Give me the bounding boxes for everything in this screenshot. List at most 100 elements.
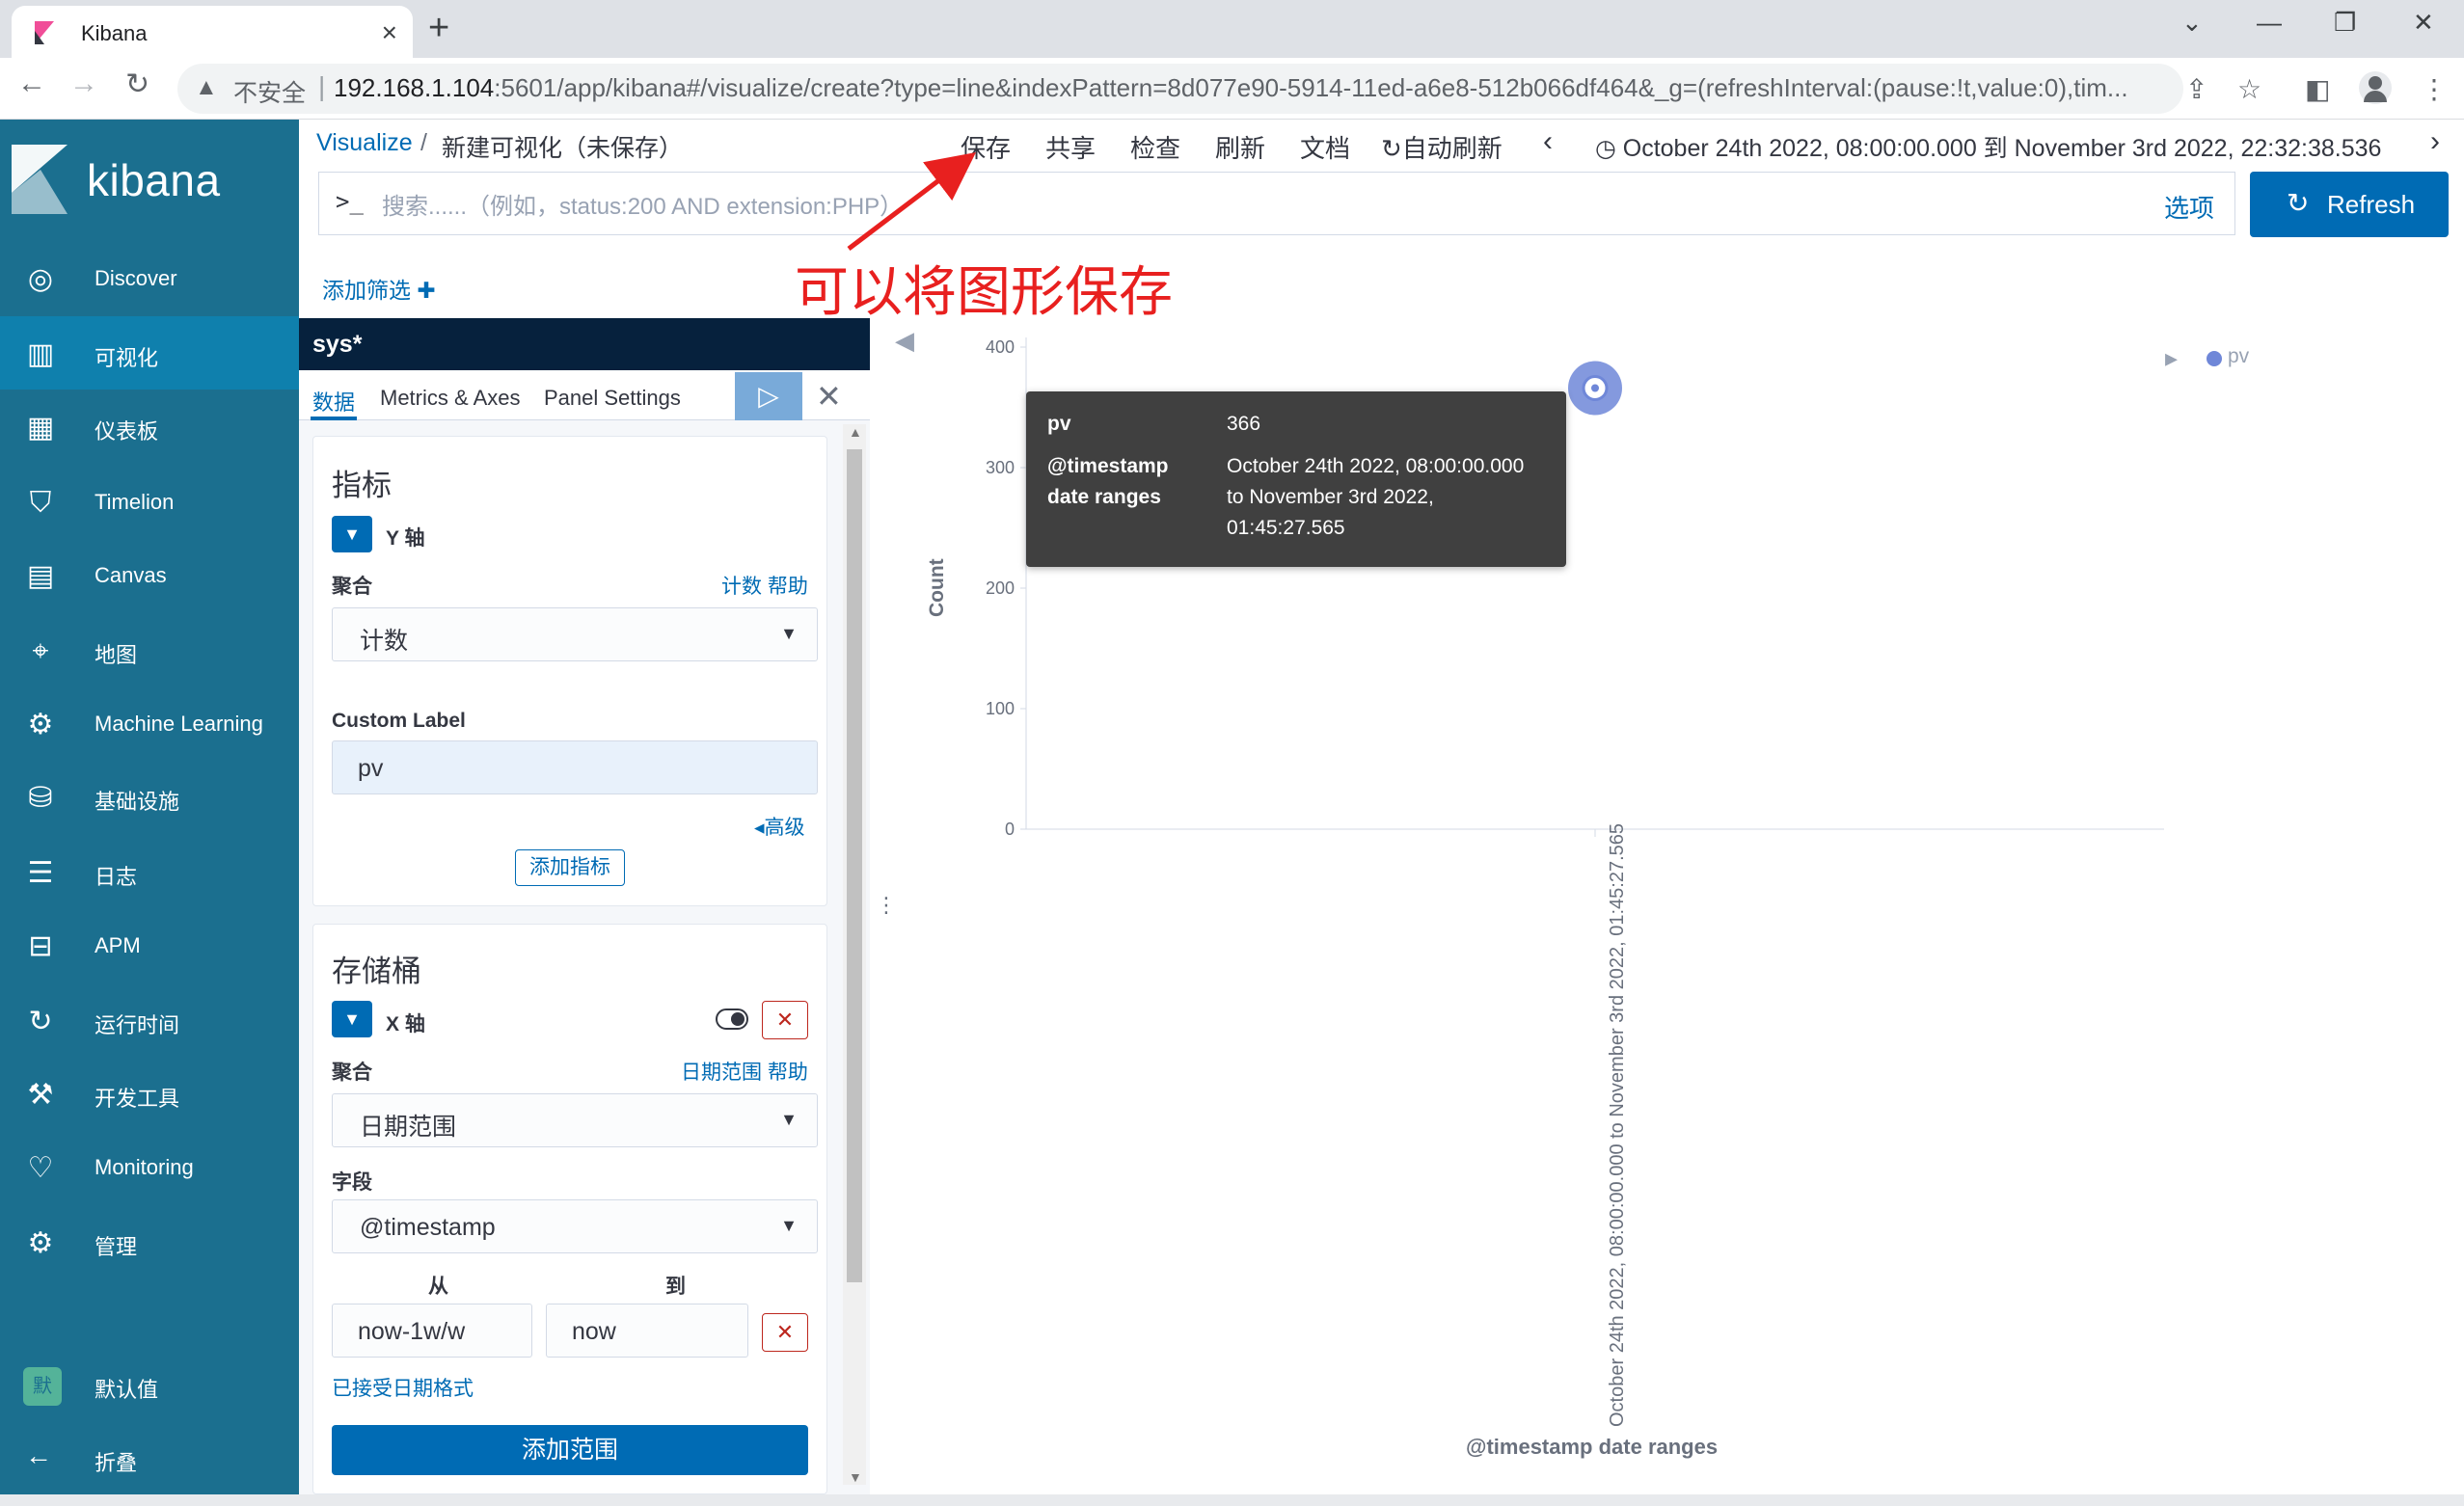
tab-data[interactable]: 数据: [312, 386, 355, 417]
url-text[interactable]: 192.168.1.104:5601/app/kibana#/visualize…: [334, 73, 2127, 103]
remove-bucket-icon[interactable]: ✕: [762, 1001, 808, 1039]
space-avatar-icon[interactable]: 默: [23, 1367, 62, 1406]
sidebar-item-apm[interactable]: ⊟ APM: [0, 908, 299, 982]
browser-tab[interactable]: Kibana ×: [12, 6, 413, 58]
legend-label[interactable]: pv: [2228, 345, 2249, 368]
query-options-link[interactable]: 选项: [2164, 189, 2214, 225]
forward-arrow-icon[interactable]: →: [69, 67, 98, 100]
restore-button[interactable]: ❐: [2334, 8, 2356, 38]
inspect-menu-item[interactable]: 检查: [1130, 129, 1180, 165]
side-panel-icon[interactable]: ◧: [2305, 73, 2330, 105]
sidebar-item-machine-learning[interactable]: ⚙ Machine Learning: [0, 686, 299, 760]
browser-menu-icon[interactable]: ⋮: [2421, 73, 2448, 105]
share-menu-item[interactable]: 共享: [1045, 129, 1096, 165]
profile-avatar-icon[interactable]: [2359, 71, 2392, 104]
back-arrow-icon[interactable]: ←: [17, 67, 46, 100]
x-axis-title: @timestamp date ranges: [1466, 1435, 1719, 1459]
window-close-button[interactable]: ✕: [2413, 8, 2434, 38]
refresh-button[interactable]: ↻ Refresh: [2250, 172, 2449, 237]
bucket-aggregation-select[interactable]: 日期范围 ▼: [332, 1093, 818, 1147]
caret-left-icon: ◂: [754, 817, 765, 839]
sidebar-item-基础设施[interactable]: ⛁ 基础设施: [0, 760, 299, 833]
apply-changes-play-icon[interactable]: ▷: [735, 372, 802, 420]
bookmark-star-icon[interactable]: ☆: [2237, 73, 2261, 105]
map-icon: ⌖: [32, 635, 49, 667]
sidebar-item-label: 管理: [95, 1235, 138, 1259]
tab-search-icon[interactable]: ⌄: [2181, 8, 2203, 38]
kibana-favicon-icon: [35, 21, 54, 44]
reload-icon[interactable]: ↻: [125, 67, 149, 101]
legend-toggle-icon[interactable]: ▸: [2165, 343, 2178, 373]
tooltip-series-key: pv: [1047, 413, 1071, 435]
bucket-agg-label: 聚合: [332, 1062, 372, 1084]
space-label[interactable]: 默认值: [95, 1373, 158, 1404]
advanced-toggle-link[interactable]: ◂高级: [754, 812, 805, 841]
sidebar-item-地图[interactable]: ⌖ 地图: [0, 613, 299, 686]
time-next-chevron-icon[interactable]: ›: [2430, 125, 2440, 158]
sidebar-item-label: 开发工具: [95, 1087, 180, 1111]
discard-close-icon[interactable]: ✕: [816, 378, 842, 415]
legend-dot[interactable]: [2207, 351, 2222, 366]
share-page-icon[interactable]: ⇪: [2185, 73, 2207, 105]
data-point-core: [1591, 384, 1599, 392]
sidebar-item-日志[interactable]: ☰ 日志: [0, 835, 299, 908]
new-tab-button[interactable]: +: [428, 8, 449, 49]
tab-panel-settings[interactable]: Panel Settings: [544, 386, 681, 411]
add-metric-button[interactable]: 添加指标: [515, 849, 625, 886]
chevron-down-icon[interactable]: ▼: [332, 1001, 372, 1037]
tab-metrics-axes[interactable]: Metrics & Axes: [380, 386, 520, 411]
sidebar-item-canvas[interactable]: ▤ Canvas: [0, 538, 299, 611]
url-bar[interactable]: ▲ 不安全 | 192.168.1.104:5601/app/kibana#/v…: [177, 64, 2183, 114]
field-select[interactable]: @timestamp ▼: [332, 1199, 818, 1253]
custom-label-input[interactable]: pv: [332, 740, 818, 794]
time-previous-chevron-icon[interactable]: ‹: [1543, 125, 1553, 158]
compass-icon: ◎: [27, 263, 54, 295]
docs-menu-item[interactable]: 文档: [1300, 129, 1350, 165]
chevron-down-icon[interactable]: ▼: [332, 516, 372, 552]
sidebar-item-timelion[interactable]: ⛉ Timelion: [0, 465, 299, 538]
infrastructure-icon: ⛁: [28, 782, 53, 814]
bucket-agg-help-link[interactable]: 日期范围 帮助: [681, 1057, 808, 1086]
range-from-input[interactable]: now-1w/w: [332, 1304, 532, 1358]
minimize-button[interactable]: —: [2257, 8, 2282, 38]
collapse-label[interactable]: 折叠: [95, 1446, 137, 1477]
scroll-up-icon[interactable]: ▲: [849, 424, 862, 440]
sidebar-item-运行时间[interactable]: ↻ 运行时间: [0, 983, 299, 1057]
metric-agg-help-link[interactable]: 计数 帮助: [721, 571, 808, 600]
buckets-section-title: 存储桶: [332, 955, 421, 988]
accepted-date-formats-link[interactable]: 已接受日期格式: [332, 1373, 474, 1402]
scroll-down-icon[interactable]: ▼: [849, 1469, 862, 1485]
kibana-logo-icon[interactable]: [12, 145, 68, 214]
caret-down-icon: ▼: [780, 1110, 798, 1129]
devtools-icon: ⚒: [27, 1079, 54, 1111]
remove-range-icon[interactable]: ✕: [762, 1313, 808, 1352]
index-pattern-title: sys*: [312, 331, 363, 358]
metric-aggregation-select[interactable]: 计数 ▼: [332, 607, 818, 661]
search-input[interactable]: 搜索......（例如，status:200 AND extension:PHP…: [382, 187, 903, 221]
refresh-cycle-icon: ↻: [1381, 134, 1402, 163]
breadcrumb-visualize-link[interactable]: Visualize: [316, 129, 413, 157]
sidebar-item-可视化[interactable]: ▥ 可视化: [0, 316, 299, 390]
sidebar-item-仪表板[interactable]: ▦ 仪表板: [0, 390, 299, 463]
refresh-menu-item[interactable]: 刷新: [1215, 129, 1265, 165]
kibana-logo-text[interactable]: kibana: [87, 154, 221, 206]
warning-triangle-icon: ▲: [195, 74, 218, 100]
editor-scrollbar-thumb[interactable]: [847, 449, 862, 1282]
toggle-switch-icon[interactable]: [716, 1008, 748, 1030]
plus-icon: ✚: [411, 278, 436, 303]
sidebar-item-label: Timelion: [95, 490, 175, 514]
add-range-button[interactable]: 添加范围: [332, 1425, 808, 1475]
sidebar-item-discover[interactable]: ◎ Discover: [0, 241, 299, 314]
sidebar-item-管理[interactable]: ⚙ 管理: [0, 1205, 299, 1278]
save-menu-item[interactable]: 保存: [961, 129, 1011, 165]
add-filter-link[interactable]: 添加筛选 ✚: [322, 272, 436, 305]
url-separator: |: [318, 71, 326, 101]
tab-close-icon[interactable]: ×: [382, 17, 397, 48]
tooltip-x-value-1: October 24th 2022, 08:00:00.000: [1227, 455, 1525, 477]
time-range-picker[interactable]: ◷ October 24th 2022, 08:00:00.000 到 Nove…: [1595, 129, 2381, 164]
sidebar-item-monitoring[interactable]: ♡ Monitoring: [0, 1130, 299, 1203]
sidebar-item-开发工具[interactable]: ⚒ 开发工具: [0, 1057, 299, 1130]
auto-refresh-menu-item[interactable]: ↻自动刷新: [1381, 129, 1503, 165]
collapse-arrow-icon[interactable]: ←: [25, 1440, 52, 1471]
range-to-input[interactable]: now: [546, 1304, 748, 1358]
